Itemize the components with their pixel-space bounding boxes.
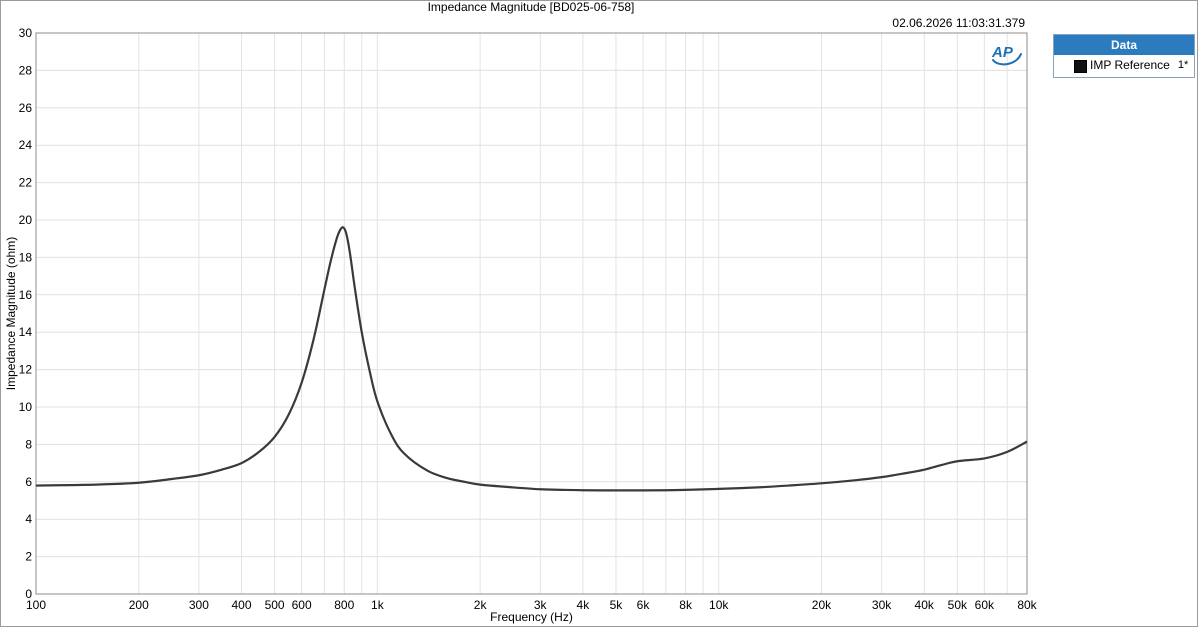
x-tick-label: 400 xyxy=(232,598,252,612)
x-tick-label: 5k xyxy=(610,598,624,612)
x-tick-label: 6k xyxy=(637,598,651,612)
y-axis-label: Impedance Magnitude (ohm) xyxy=(4,237,18,390)
y-tick-label: 16 xyxy=(19,288,33,302)
x-tick-label: 500 xyxy=(265,598,285,612)
plot-border xyxy=(35,32,1028,595)
x-tick-label: 200 xyxy=(129,598,149,612)
ap-logo-icon: AP xyxy=(991,44,1022,66)
x-tick-label: 300 xyxy=(189,598,209,612)
y-tick-label: 12 xyxy=(19,363,33,377)
plot-area[interactable]: 100 200 300 400 500 600 800 1k 2k 3k 4k 5k 6k 8k 10k 20… xyxy=(0,0,1198,627)
legend-panel[interactable]: Data IMP Reference 1* xyxy=(1053,34,1195,78)
y-tick-label: 6 xyxy=(25,475,32,489)
x-tick-label: 10k xyxy=(709,598,729,612)
y-tick-label: 14 xyxy=(19,325,33,339)
y-tick-label: 8 xyxy=(25,437,32,451)
y-tick-label: 26 xyxy=(19,101,33,115)
grid xyxy=(35,32,1028,595)
x-tick-label: 80k xyxy=(1017,598,1037,612)
x-tick-label: 30k xyxy=(872,598,892,612)
ap-logo-text: AP xyxy=(991,44,1014,61)
x-tick-label: 50k xyxy=(948,598,968,612)
y-tick-label: 0 xyxy=(25,587,32,601)
x-tick-label: 800 xyxy=(334,598,354,612)
x-tick-label: 60k xyxy=(975,598,995,612)
x-tick-label: 40k xyxy=(915,598,935,612)
series-line xyxy=(35,226,1028,492)
x-axis-label: Frequency (Hz) xyxy=(490,610,573,624)
legend-swatch xyxy=(1074,60,1087,73)
x-tick-label: 8k xyxy=(679,598,693,612)
y-tick-label: 4 xyxy=(25,512,32,526)
x-tick-label: 4k xyxy=(577,598,591,612)
series-layer xyxy=(35,226,1028,492)
y-tick-label: 24 xyxy=(19,138,33,152)
x-tick-label: 600 xyxy=(292,598,312,612)
y-tick-label: 2 xyxy=(25,550,32,564)
x-tick-label: 20k xyxy=(812,598,832,612)
y-tick-label: 22 xyxy=(19,176,33,190)
x-tick-label: 1k xyxy=(371,598,385,612)
y-tick-label: 10 xyxy=(19,400,33,414)
y-tick-label: 18 xyxy=(19,250,33,264)
tick-labels: 100 200 300 400 500 600 800 1k 2k 3k 4k 5k 6k 8k 10k 20… xyxy=(19,26,1038,612)
legend-item-channel: 1* xyxy=(1177,59,1189,71)
y-tick-label: 30 xyxy=(19,26,33,40)
x-tick-label: 2k xyxy=(474,598,488,612)
legend-item[interactable]: IMP Reference 1* xyxy=(1054,55,1194,75)
legend-header: Data xyxy=(1054,35,1194,55)
y-tick-label: 28 xyxy=(19,63,33,77)
legend-item-name: IMP Reference xyxy=(1090,58,1170,72)
y-tick-label: 20 xyxy=(19,213,33,227)
